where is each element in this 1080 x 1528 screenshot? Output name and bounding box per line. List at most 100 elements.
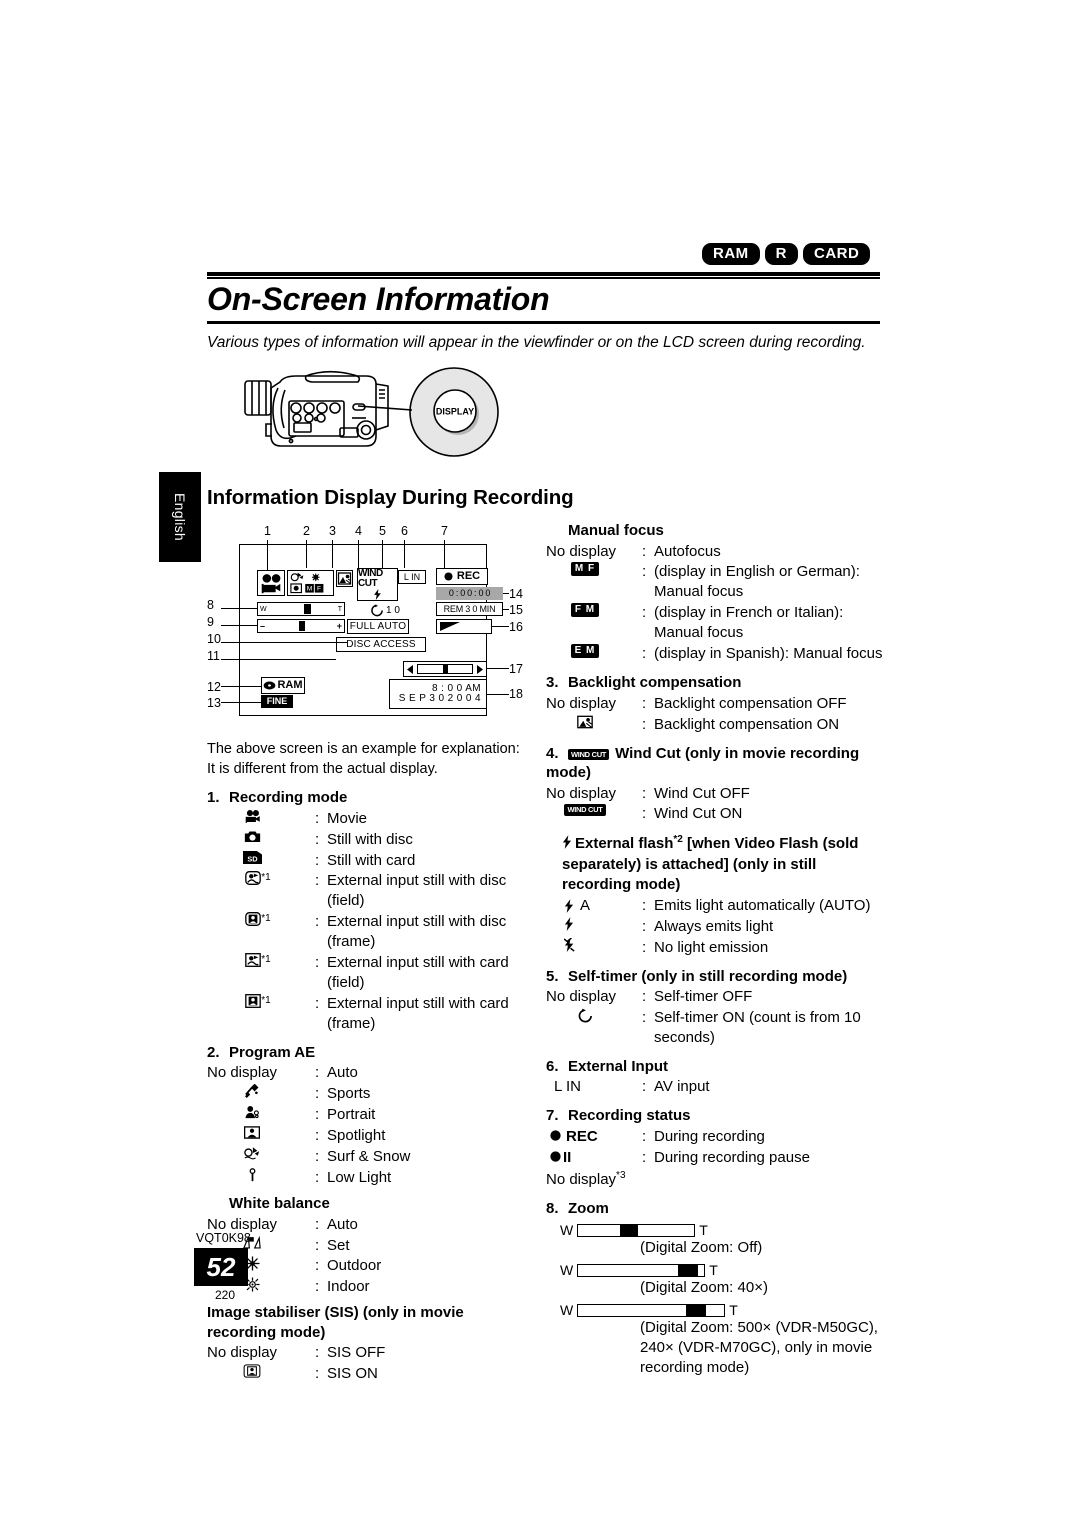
no-display-label: No display bbox=[546, 784, 617, 802]
callout-1: 1 bbox=[264, 524, 271, 538]
heading-external-flash: External flash*2 [when Video Flash (sold… bbox=[562, 834, 859, 893]
wind-cut-icon: WIND CUT bbox=[546, 804, 642, 824]
heading-recording-mode: 1. Recording mode bbox=[207, 789, 348, 807]
lcd-quality: FINE bbox=[261, 695, 293, 708]
list-item: M F : (display in English or German): Man… bbox=[546, 562, 886, 602]
lcd-zoom-bar: W T bbox=[257, 602, 345, 616]
page-number: 52 bbox=[194, 1248, 248, 1286]
backlight-icon bbox=[546, 715, 642, 735]
heading-backlight-compensation: 3. Backlight compensation bbox=[546, 674, 742, 692]
lcd-wind-cut-label: WIND CUT bbox=[358, 568, 383, 589]
lcd-clock: 8 : 0 0 AM S E P 3 0 2 0 0 4 bbox=[389, 679, 487, 709]
callout-4: 4 bbox=[355, 524, 362, 538]
page-number-alt: 220 bbox=[215, 1288, 236, 1302]
zoom-bar-row: W T bbox=[560, 1222, 886, 1238]
list-item: : SIS ON bbox=[207, 1364, 537, 1384]
wind-cut-icon: WIND CUT bbox=[568, 748, 610, 760]
zoom-bar-row: W T bbox=[560, 1262, 886, 1278]
lcd-external-input: L IN bbox=[398, 570, 426, 584]
zoom-t-label: T bbox=[729, 1302, 738, 1319]
zoom-bar-3 bbox=[577, 1303, 726, 1317]
mf-icon: M F bbox=[546, 562, 642, 602]
list-item: : Movie bbox=[207, 809, 537, 829]
list-item: : Still with disc bbox=[207, 830, 537, 850]
list-item: No display*3 bbox=[546, 1169, 886, 1190]
no-display-label: No display bbox=[207, 1344, 278, 1362]
list-item: No display : Self-timer OFF bbox=[546, 988, 753, 1006]
media-type-badges: RAM R CARD bbox=[702, 243, 871, 265]
lcd-remaining-time: REM 3 0 MIN bbox=[436, 602, 503, 616]
list-item: No display : Auto bbox=[207, 1215, 358, 1233]
list-item: No display : SIS OFF bbox=[207, 1344, 386, 1362]
lcd-top-callout-numbers: 1 2 3 4 5 6 7 bbox=[207, 524, 537, 540]
badge-r: R bbox=[764, 243, 799, 265]
list-item: SD : Still with card bbox=[207, 850, 537, 871]
zoom-t-label: T bbox=[699, 1222, 708, 1239]
flash-auto-icon: A bbox=[546, 896, 642, 916]
list-item: No display : Wind Cut OFF bbox=[546, 784, 750, 802]
lcd-exposure-thumb bbox=[299, 621, 305, 631]
list-item: No display : Backlight compensation OFF bbox=[546, 694, 847, 712]
lcd-battery-indicator bbox=[436, 619, 492, 634]
rec-dot-icon bbox=[550, 1127, 561, 1147]
zoom-w-label: W bbox=[560, 1262, 574, 1279]
list-item: : Indoor bbox=[207, 1277, 537, 1297]
heading-white-balance: White balance bbox=[229, 1195, 330, 1213]
lcd-zoom-thumb bbox=[304, 604, 311, 614]
zoom-bar-row: W T bbox=[560, 1302, 886, 1318]
list-item: : Surf & Snow bbox=[207, 1147, 537, 1167]
title-rule-top bbox=[207, 272, 880, 279]
callout-17: 17 bbox=[509, 662, 523, 676]
callout-18: 18 bbox=[509, 687, 523, 701]
language-tab-label: English bbox=[172, 492, 188, 542]
right-arrow-icon bbox=[477, 664, 483, 674]
lcd-program-ae-cluster: M F bbox=[287, 570, 334, 596]
lcd-rec-label: REC bbox=[456, 570, 481, 582]
lcd-exposure-minus: – bbox=[260, 620, 266, 631]
low-light-icon bbox=[207, 1168, 315, 1188]
list-item: : Self-timer ON (count is from 10 seconds… bbox=[546, 1008, 886, 1048]
badge-card: CARD bbox=[803, 243, 871, 265]
lcd-disc-type-label: RAM bbox=[277, 679, 303, 691]
lcd-disc-access: DISC ACCESS bbox=[336, 637, 426, 652]
ext-input-disc-field-icon bbox=[245, 871, 262, 891]
lcd-rec-status: REC bbox=[436, 568, 488, 585]
list-item: *1 : External input still with disc (fiel… bbox=[207, 871, 537, 911]
list-item: : Portrait bbox=[207, 1105, 537, 1125]
list-item: WIND CUT : Wind Cut ON bbox=[546, 804, 886, 824]
lcd-backlight-icon bbox=[336, 570, 353, 587]
flash-on-icon bbox=[546, 916, 642, 937]
l-in-text: L IN bbox=[554, 1078, 581, 1096]
surf-snow-icon bbox=[207, 1147, 315, 1167]
lcd-display-diagram: 1 2 3 4 5 6 7 M F WIND CUT 1 0 L IN REC … bbox=[207, 524, 537, 734]
heading-self-timer: 5. Self-timer (only in still recording mo… bbox=[546, 967, 848, 985]
lcd-timecode: 0 : 0 0 : 0 0 bbox=[436, 587, 503, 600]
lcd-exposure-bar: – + bbox=[257, 619, 345, 633]
intro-paragraph: Various types of information will appear… bbox=[207, 334, 866, 351]
callout-9: 9 bbox=[207, 615, 214, 629]
heading-external-input: 6. External Input bbox=[546, 1057, 669, 1075]
list-item: A : Emits light automatically (AUTO) bbox=[546, 896, 886, 916]
list-item: No display : Auto bbox=[207, 1064, 358, 1082]
rec-dot-icon bbox=[444, 572, 453, 581]
callout-11: 11 bbox=[207, 649, 220, 663]
flash-icon bbox=[562, 835, 572, 855]
flash-off-icon bbox=[546, 937, 642, 958]
movie-camera-icon bbox=[207, 809, 315, 829]
document-code: VQT0K98 bbox=[196, 1231, 251, 1245]
no-display-3-label: No display*3 bbox=[546, 1169, 626, 1188]
language-tab-english: English bbox=[159, 472, 201, 562]
left-column: 1 2 3 4 5 6 7 M F WIND CUT 1 0 L IN REC … bbox=[207, 524, 537, 1385]
page-title: On-Screen Information bbox=[207, 281, 550, 317]
callout-8: 8 bbox=[207, 598, 214, 612]
camcorder-illustration: DISPLAY bbox=[244, 367, 499, 457]
callout-7: 7 bbox=[441, 524, 448, 538]
callout-5: 5 bbox=[379, 524, 386, 538]
callout-2: 2 bbox=[303, 524, 310, 538]
callout-10: 10 bbox=[207, 632, 221, 646]
lcd-wind-cut-box: WIND CUT bbox=[357, 568, 398, 601]
self-timer-icon bbox=[371, 604, 383, 617]
lcd-disc-type: RAM bbox=[261, 677, 305, 694]
title-rule-bottom bbox=[207, 321, 880, 324]
section-title: Information Display During Recording bbox=[207, 486, 574, 509]
